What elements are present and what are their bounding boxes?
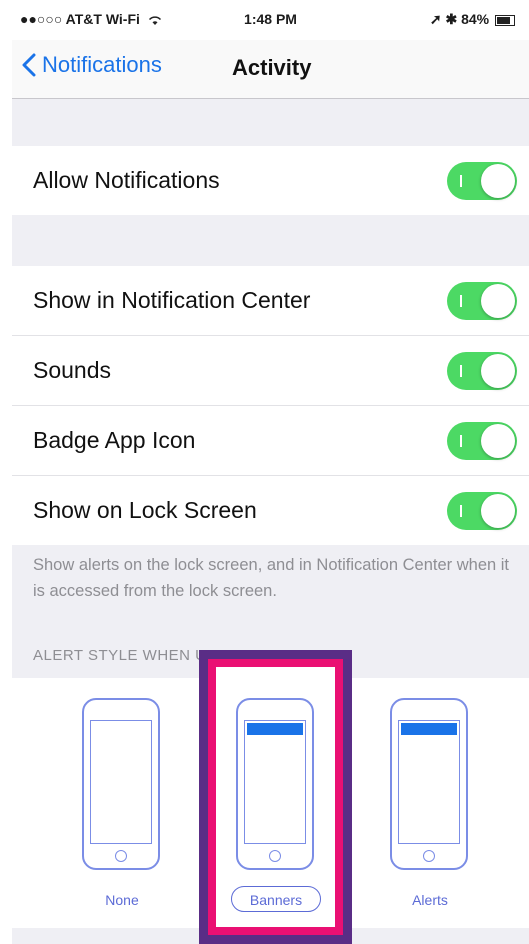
toggle-knob <box>481 494 515 528</box>
lock-screen-footnote: Show alerts on the lock screen, and in N… <box>33 556 510 600</box>
phone-screen <box>398 720 460 844</box>
toggle-on-mark <box>460 365 462 377</box>
row-label: Badge App Icon <box>33 427 196 453</box>
row-label: Show in Notification Center <box>33 287 311 313</box>
phone-icon <box>390 698 468 870</box>
toggle-knob <box>481 354 515 388</box>
toggle-on-mark <box>460 175 462 187</box>
row-label: Allow Notifications <box>33 167 220 193</box>
badge-app-icon-toggle[interactable] <box>447 422 517 460</box>
settings-row: Show in Notification Center <box>12 266 529 336</box>
navigation-bar: Notifications Activity <box>12 40 529 99</box>
toggle-on-mark <box>460 435 462 447</box>
toggle-on-mark <box>460 505 462 517</box>
show-on-lock-screen-toggle[interactable] <box>447 492 517 530</box>
allow-group: Allow Notifications <box>12 146 529 215</box>
phone-icon <box>82 698 160 870</box>
battery-fill <box>497 16 510 24</box>
back-button[interactable]: Notifications <box>22 52 162 78</box>
alert-option-label: Banners <box>231 886 321 912</box>
phone-screen <box>244 720 306 844</box>
sounds-toggle[interactable] <box>447 352 517 390</box>
location-arrow-icon: ➚ <box>429 11 442 27</box>
toggle-knob <box>481 164 515 198</box>
alert-option-label: Alerts <box>412 892 448 908</box>
home-button-icon <box>115 850 127 862</box>
status-right: ➚ ✱ 84% <box>430 11 515 28</box>
back-label: Notifications <box>42 52 162 77</box>
settings-row: Sounds <box>12 336 529 406</box>
battery-percent: 84% <box>461 11 490 27</box>
alert-preview <box>401 723 457 735</box>
battery-icon <box>495 14 515 26</box>
chevron-left-icon <box>22 53 36 77</box>
phone-icon <box>236 698 314 870</box>
home-button-icon <box>269 850 281 862</box>
phone-screen <box>90 720 152 844</box>
row-label: Sounds <box>33 357 112 383</box>
home-button-icon <box>423 850 435 862</box>
allow-notifications-row: Allow Notifications <box>12 146 529 215</box>
settings-group: Show in Notification Center Sounds Badge… <box>12 266 529 545</box>
toggle-knob <box>481 284 515 318</box>
bluetooth-icon: ✱ <box>445 11 458 27</box>
row-label: Show on Lock Screen <box>33 497 257 523</box>
allow-notifications-toggle[interactable] <box>447 162 517 200</box>
alert-option-label: None <box>105 892 139 908</box>
settings-row: Badge App Icon <box>12 406 529 476</box>
toggle-on-mark <box>460 295 462 307</box>
settings-row: Show on Lock Screen <box>12 476 529 545</box>
show-in-notification-center-toggle[interactable] <box>447 282 517 320</box>
toggle-knob <box>481 424 515 458</box>
banner-preview <box>247 723 303 735</box>
page-title: Activity <box>232 55 312 80</box>
status-bar: ●●○○○ AT&T Wi-Fi 1:48 PM ➚ ✱ 84% <box>12 0 529 40</box>
